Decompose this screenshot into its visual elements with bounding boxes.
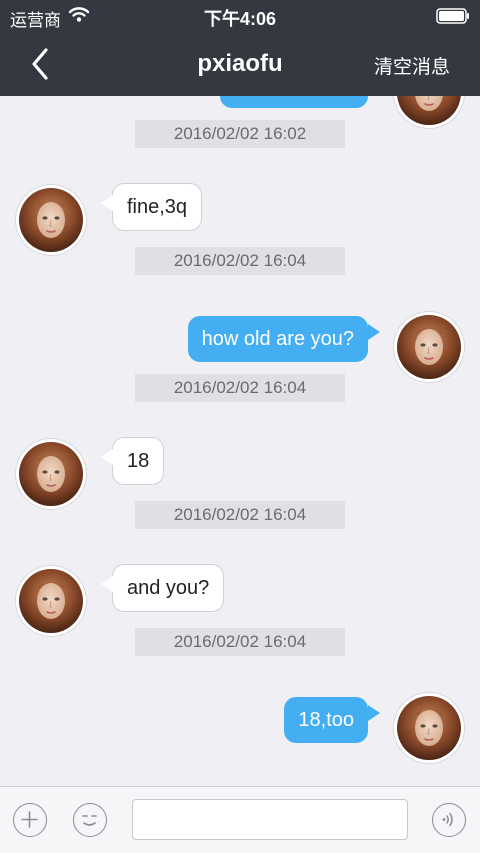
bubble-tail <box>368 705 380 721</box>
bubble-tail <box>101 449 113 465</box>
message-bubble[interactable]: fine,3q <box>112 183 203 231</box>
message-bubble[interactable]: 18 <box>112 437 165 485</box>
app-header: 运营商 下午4:06 pxiaofu 清空消息 <box>0 0 480 96</box>
add-button[interactable] <box>13 803 47 837</box>
emoji-button[interactable] <box>73 803 107 837</box>
bubble-tail <box>368 324 380 340</box>
timestamp: 2016/02/02 16:04 <box>135 501 345 529</box>
chat-list[interactable]: how are you? 2016/02/02 16:02 fine,3q 2016… <box>0 96 480 786</box>
voice-icon <box>442 812 453 827</box>
message-input[interactable] <box>132 799 408 840</box>
emoji-icon <box>82 815 97 826</box>
input-bar <box>0 786 480 853</box>
timestamp: 2016/02/02 16:04 <box>135 628 345 656</box>
avatar[interactable] <box>394 693 464 763</box>
voice-button[interactable] <box>432 803 466 837</box>
message-bubble[interactable]: how are you? <box>219 96 368 108</box>
message-bubble[interactable]: and you? <box>112 564 225 612</box>
message-bubble[interactable]: how old are you? <box>187 316 368 362</box>
status-bar: 运营商 下午4:06 <box>0 0 480 32</box>
battery-full-icon <box>436 8 469 24</box>
timestamp: 2016/02/02 16:04 <box>135 374 345 402</box>
clear-messages-button[interactable]: 清空消息 <box>374 52 450 79</box>
timestamp: 2016/02/02 16:02 <box>135 120 345 148</box>
avatar[interactable] <box>394 312 464 382</box>
message-bubble[interactable]: 18,too <box>284 697 368 743</box>
bubble-tail <box>101 576 113 592</box>
avatar[interactable] <box>16 185 86 255</box>
bubble-tail <box>101 195 113 211</box>
status-time: 下午4:06 <box>203 9 277 29</box>
plus-circle-icon <box>21 811 38 828</box>
avatar[interactable] <box>16 439 86 509</box>
outgoing-message: 18,too <box>0 693 480 773</box>
timestamp: 2016/02/02 16:04 <box>135 247 345 275</box>
avatar[interactable] <box>16 566 86 636</box>
avatar[interactable] <box>394 96 464 128</box>
